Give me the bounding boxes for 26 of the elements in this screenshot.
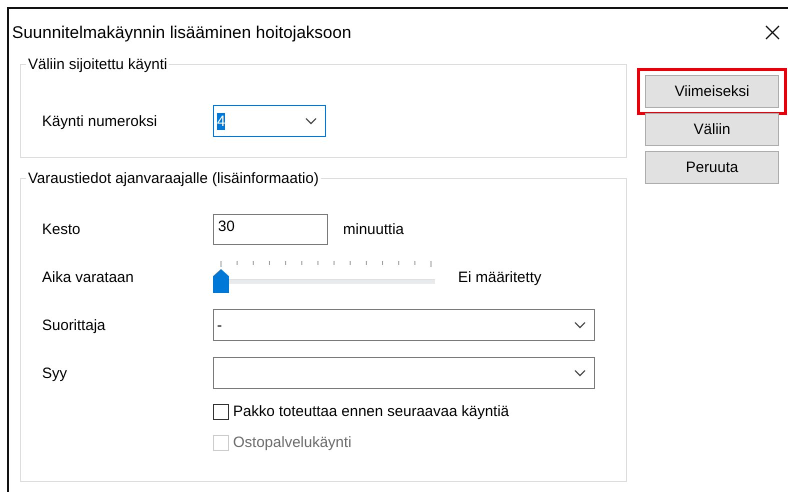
slider-ticks-icon [220,261,432,269]
dialog-button[interactable]: Väliin [645,113,779,146]
dialog-button[interactable]: Peruuta [645,151,779,184]
input-field[interactable]: 30 [213,214,328,245]
dropdown-field[interactable]: - [213,309,595,341]
field-label: Käynti numeroksi [42,112,158,130]
dropdown-field[interactable]: 4 [213,105,326,137]
slider-thumb[interactable] [213,269,229,293]
field-label: Kesto [42,221,82,238]
dialog-button[interactable]: Viimeiseksi [645,75,779,108]
checkbox-label: Pakko toteuttaa ennen seuraavaa käyntiä [233,403,510,420]
chevron-down-icon [574,369,586,377]
group-title: Väliin sijoitettu käynti [27,56,168,73]
checkbox-label: Ostopalvelukäynti [233,434,352,451]
chevron-down-icon [305,117,317,125]
field-label: Syy [42,364,68,382]
close-icon[interactable] [765,25,780,40]
chevron-down-icon [574,321,586,329]
checkbox[interactable] [213,404,229,420]
dropdown-field[interactable] [213,357,595,389]
field-label: Suorittaja [42,316,106,334]
group-title: Varaustiedot ajanvaraajalle (lisäinformaatio) [27,170,320,187]
slider-reading: Ei määritetty [458,268,542,286]
field-label: Aika varataan [42,268,135,286]
unit-label: minuuttia [343,221,404,238]
window-title: Suunnitelmakäynnin lisääminen hoitojaksoon [12,22,352,42]
